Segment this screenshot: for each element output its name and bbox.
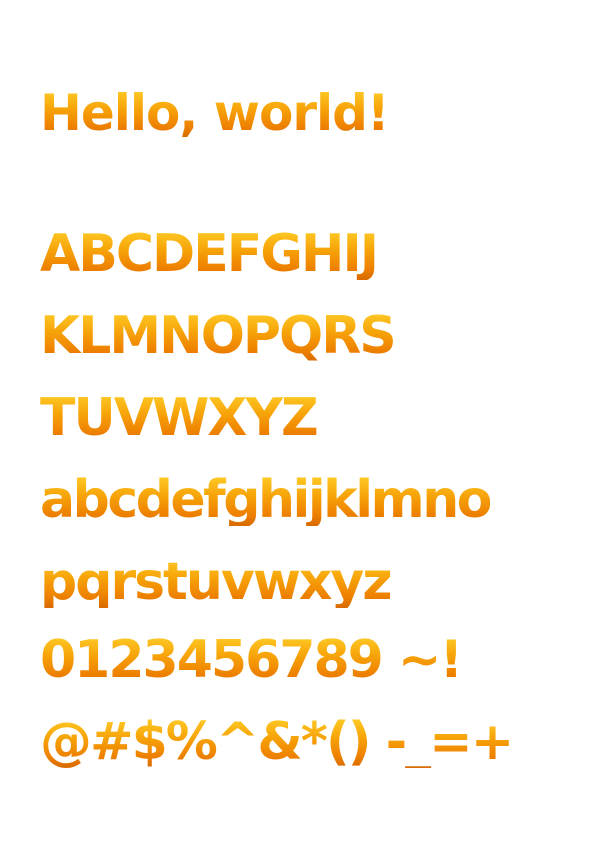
font-specimen-page: Hello, world! ABCDEFGHIJ KLMNOPQRS TUVWX… bbox=[0, 0, 595, 841]
digits-line: 0123456789 ~! bbox=[40, 630, 463, 690]
uppercase-line-2: KLMNOPQRS bbox=[40, 306, 397, 366]
uppercase-line-1: ABCDEFGHIJ bbox=[40, 224, 379, 284]
symbols-line: @#$%^&*() -_=+ bbox=[40, 712, 514, 772]
uppercase-line-3: TUVWXYZ bbox=[40, 388, 319, 448]
sample-heading: Hello, world! bbox=[40, 84, 390, 142]
lowercase-line-2: pqrstuvwxyz bbox=[40, 552, 393, 612]
lowercase-line-1: abcdefghijklmno bbox=[40, 470, 492, 530]
